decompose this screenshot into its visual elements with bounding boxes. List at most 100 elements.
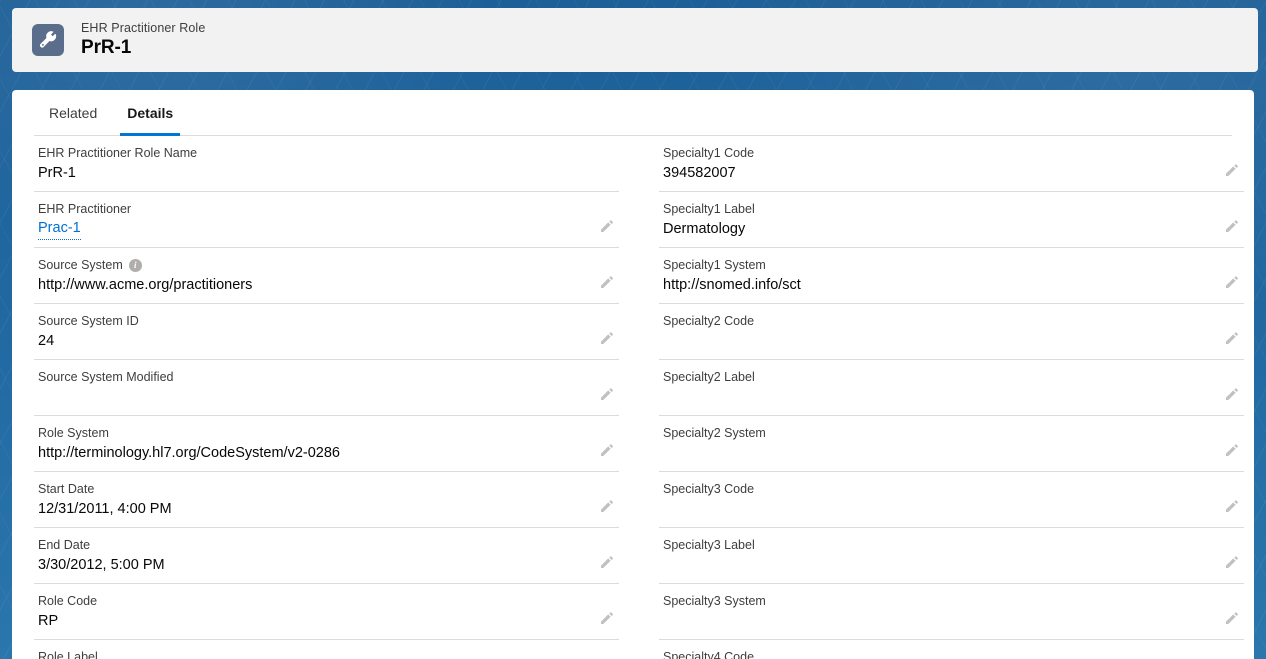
field-label-text: Role Code: [38, 594, 98, 608]
field-label-text: End Date: [38, 538, 91, 552]
tab-bar: Related Details: [12, 90, 1254, 136]
field-label-text: Role Label: [38, 650, 98, 659]
pencil-icon[interactable]: [599, 330, 615, 346]
field-row: Specialty1 System http://snomed.info/sct: [659, 248, 1244, 304]
field-row: Start Date 12/31/2011, 4:00 PM: [34, 472, 619, 528]
pencil-icon[interactable]: [1224, 274, 1240, 290]
field-row: EHR Practitioner Role Name PrR-1: [34, 136, 619, 192]
field-label: Specialty1 System: [663, 257, 1210, 273]
field-label: Source System ID: [38, 313, 585, 329]
field-row: Specialty1 Label Dermatology: [659, 192, 1244, 248]
field-value: [663, 610, 1210, 632]
field-label: Start Date: [38, 481, 585, 497]
object-type-label: EHR Practitioner Role: [81, 20, 206, 35]
field-label: Role Label: [38, 649, 585, 659]
pencil-icon[interactable]: [1224, 330, 1240, 346]
field-value-link[interactable]: Prac-1: [38, 218, 81, 240]
wrench-icon: [32, 24, 64, 56]
page-title: PrR-1: [81, 37, 132, 59]
field-label-text: Specialty1 Label: [663, 202, 755, 216]
field-value: http://www.acme.org/practitioners: [38, 277, 253, 293]
detail-field-grid: EHR Practitioner Role Name PrR-1 EHR Pract…: [12, 136, 1254, 659]
field-row: Source System i http://www.acme.org/practi…: [34, 248, 619, 304]
field-label: Source System Modified: [38, 369, 585, 385]
field-label: Specialty1 Label: [663, 201, 1210, 217]
field-value: [663, 554, 1210, 576]
field-label: End Date: [38, 537, 585, 553]
field-value: RP: [38, 613, 59, 629]
tab-details[interactable]: Details: [112, 90, 188, 136]
field-label-text: Specialty3 Label: [663, 538, 755, 552]
field-label-text: EHR Practitioner: [38, 202, 132, 216]
field-label-text: Specialty3 Code: [663, 482, 755, 496]
field-value: http://snomed.info/sct: [663, 277, 801, 293]
field-value: [663, 498, 1210, 520]
tab-details-label: Details: [127, 105, 174, 121]
field-value: [663, 386, 1210, 408]
field-label: Specialty2 Label: [663, 369, 1210, 385]
pencil-icon[interactable]: [599, 274, 615, 290]
field-label-text: Source System Modified: [38, 370, 174, 384]
field-label-text: Specialty2 Label: [663, 370, 755, 384]
field-label-text: Start Date: [38, 482, 95, 496]
field-label-text: Specialty2 System: [663, 426, 766, 440]
pencil-icon[interactable]: [1224, 162, 1240, 178]
field-label: EHR Practitioner Role Name: [38, 145, 585, 161]
record-header-text: EHR Practitioner Role PrR-1: [81, 21, 205, 59]
field-value: 24: [38, 333, 55, 349]
field-row: Role Label: [34, 640, 619, 659]
field-value: PrR-1: [38, 165, 76, 181]
field-label-text: Specialty3 System: [663, 594, 766, 608]
field-row: Role System http://terminology.hl7.org/Co…: [34, 416, 619, 472]
pencil-icon[interactable]: [599, 610, 615, 626]
detail-card: Related Details EHR Practitioner Role Na…: [12, 90, 1254, 659]
pencil-icon[interactable]: [1224, 554, 1240, 570]
field-row: Specialty2 Code: [659, 304, 1244, 360]
field-row: Source System Modified: [34, 360, 619, 416]
field-label: Source System i: [38, 257, 585, 273]
pencil-icon[interactable]: [599, 386, 615, 402]
field-label: Specialty2 Code: [663, 313, 1210, 329]
tab-related[interactable]: Related: [34, 90, 112, 136]
field-row: EHR Practitioner Prac-1: [34, 192, 619, 248]
field-label-text: EHR Practitioner Role Name: [38, 146, 198, 160]
field-label-text: Specialty2 Code: [663, 314, 755, 328]
field-column-right: Specialty1 Code 394582007 Specialty1 Label…: [659, 136, 1244, 659]
field-label: Role Code: [38, 593, 585, 609]
pencil-icon[interactable]: [1224, 218, 1240, 234]
tab-related-label: Related: [49, 105, 98, 121]
field-label-text: Specialty1 Code: [663, 146, 755, 160]
field-value: 394582007: [663, 165, 736, 181]
field-row: Role Code RP: [34, 584, 619, 640]
pencil-icon[interactable]: [1224, 386, 1240, 402]
pencil-icon[interactable]: [599, 442, 615, 458]
field-row: Specialty2 System: [659, 416, 1244, 472]
field-label-text: Specialty1 System: [663, 258, 766, 272]
field-column-left: EHR Practitioner Role Name PrR-1 EHR Pract…: [34, 136, 619, 659]
field-value: [663, 330, 1210, 352]
field-label: Specialty4 Code: [663, 649, 1210, 659]
pencil-icon[interactable]: [1224, 610, 1240, 626]
field-row: Specialty3 Code: [659, 472, 1244, 528]
pencil-icon[interactable]: [599, 218, 615, 234]
field-value: 12/31/2011, 4:00 PM: [38, 501, 172, 517]
field-row: Specialty3 Label: [659, 528, 1244, 584]
field-row: Specialty3 System: [659, 584, 1244, 640]
field-label-text: Role System: [38, 426, 109, 440]
field-label: Role System: [38, 425, 585, 441]
field-label-text: Source System ID: [38, 314, 139, 328]
field-label: Specialty1 Code: [663, 145, 1210, 161]
field-row: Specialty4 Code: [659, 640, 1244, 659]
field-row: Specialty2 Label: [659, 360, 1244, 416]
info-icon[interactable]: i: [128, 258, 142, 272]
pencil-icon[interactable]: [1224, 498, 1240, 514]
field-value: http://terminology.hl7.org/CodeSystem/v2…: [38, 445, 340, 461]
field-row: Specialty1 Code 394582007: [659, 136, 1244, 192]
pencil-icon[interactable]: [599, 498, 615, 514]
field-label: EHR Practitioner: [38, 201, 585, 217]
field-value: [663, 442, 1210, 464]
pencil-icon[interactable]: [1224, 442, 1240, 458]
field-label-text: Source System: [38, 258, 123, 272]
field-value: 3/30/2012, 5:00 PM: [38, 557, 165, 573]
pencil-icon[interactable]: [599, 554, 615, 570]
